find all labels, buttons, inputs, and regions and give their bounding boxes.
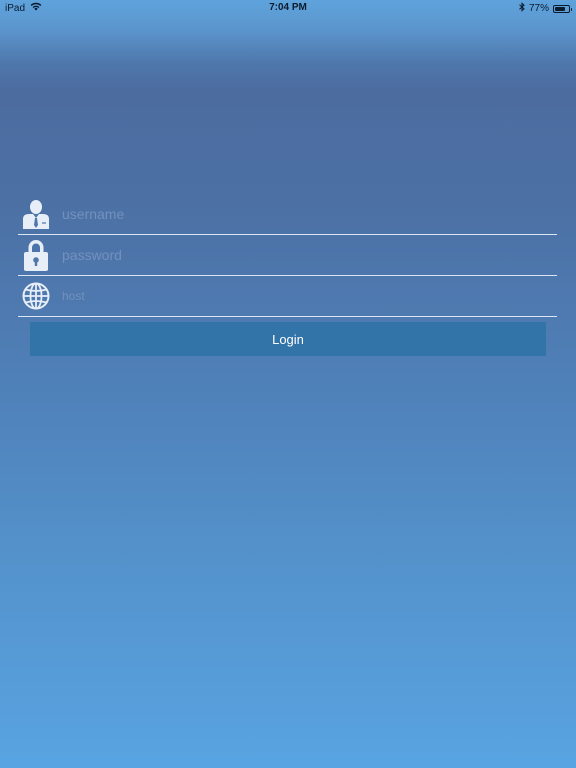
password-row [18,235,557,276]
user-icon [21,199,51,229]
status-right: 77% [519,2,572,15]
battery-icon [553,4,572,13]
password-field[interactable] [62,241,542,269]
battery-level [555,6,565,11]
username-row [18,194,557,235]
host-field[interactable] [62,282,542,310]
login-button[interactable]: Login [30,322,546,356]
status-time: 7:04 PM [269,2,307,13]
battery-percentage: 77% [528,3,549,14]
lock-icon [21,240,51,271]
host-row [18,276,557,317]
login-form [18,194,557,317]
bluetooth-icon [519,2,525,15]
status-bar: iPad 7:04 PM 77% [0,0,576,16]
globe-icon [21,281,51,311]
username-field[interactable] [62,200,542,228]
